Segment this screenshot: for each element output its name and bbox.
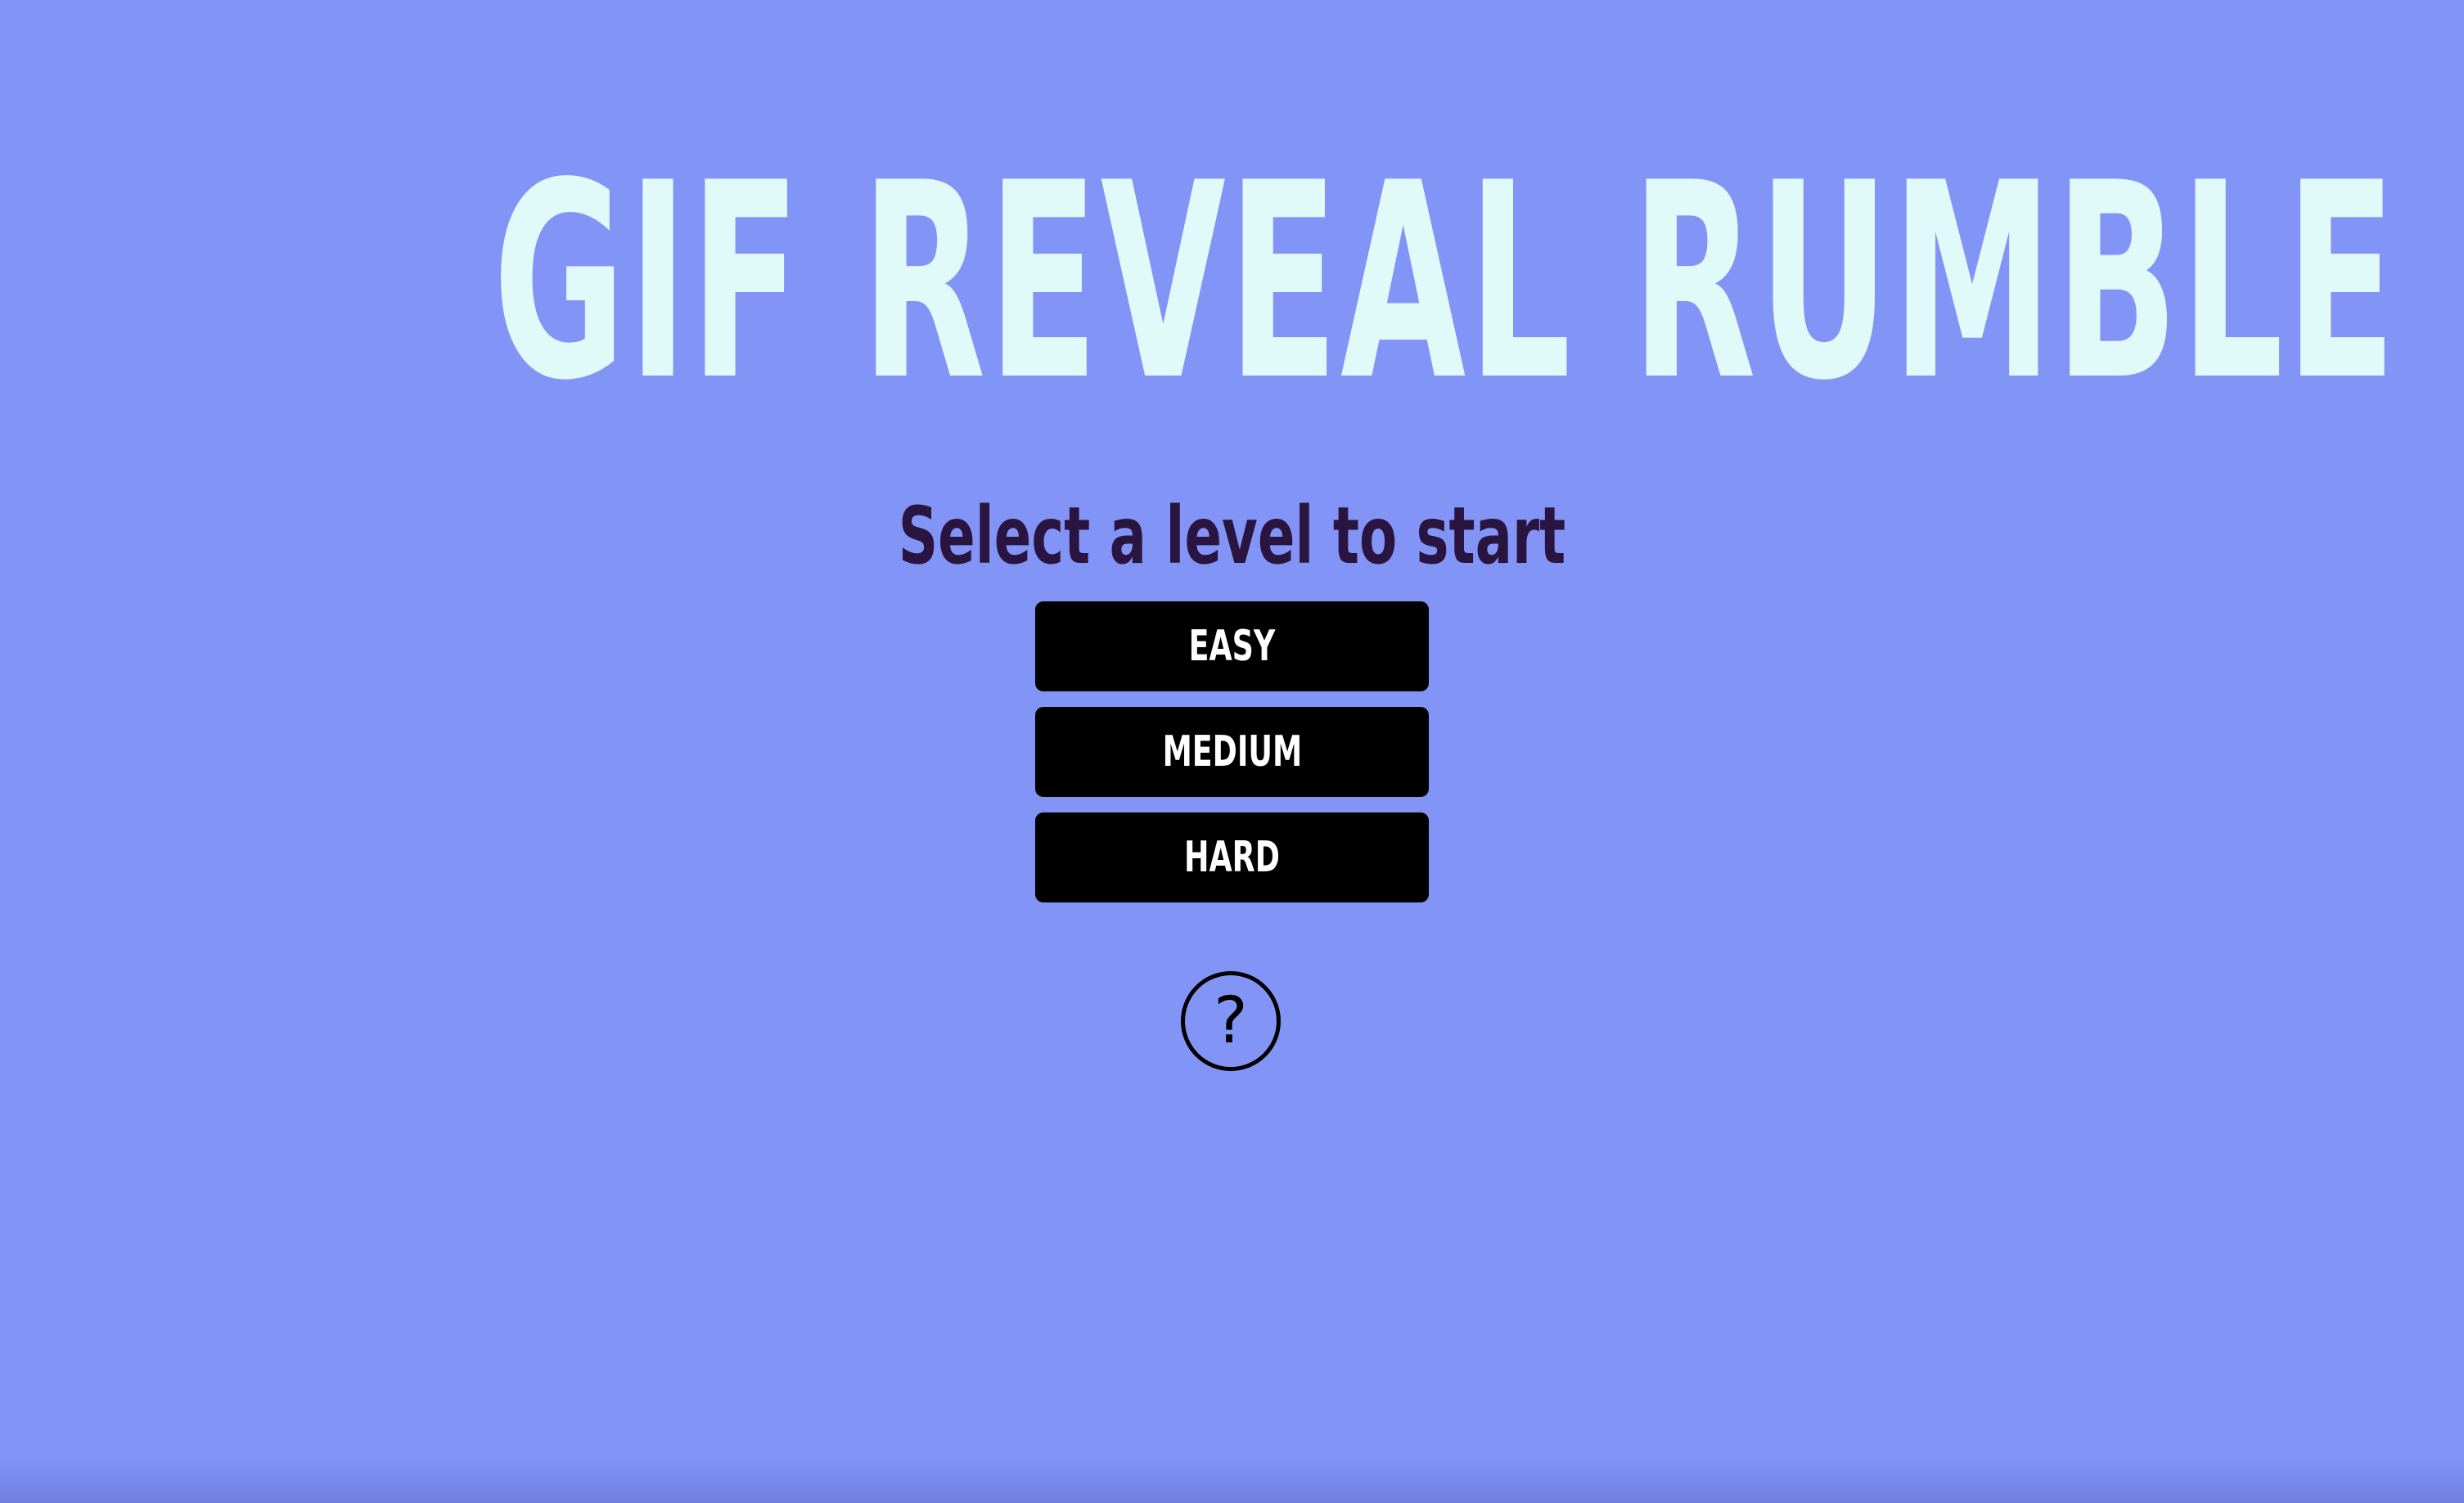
medium-level-button[interactable]: MEDIUM (1035, 707, 1429, 797)
question-mark-icon: ? (1214, 984, 1248, 1058)
medium-level-label: MEDIUM (1162, 727, 1302, 776)
bottom-shadow (0, 1454, 2464, 1503)
hard-level-button[interactable]: HARD (1035, 812, 1429, 902)
easy-level-label: EASY (1188, 622, 1276, 671)
level-select-prompt: Select a level to start (898, 490, 1566, 582)
game-title: GIF REVEAL RUMBLE (493, 125, 2399, 439)
easy-level-button[interactable]: EASY (1035, 601, 1429, 691)
hard-level-label: HARD (1184, 833, 1280, 882)
help-button[interactable]: ? (1181, 971, 1281, 1071)
